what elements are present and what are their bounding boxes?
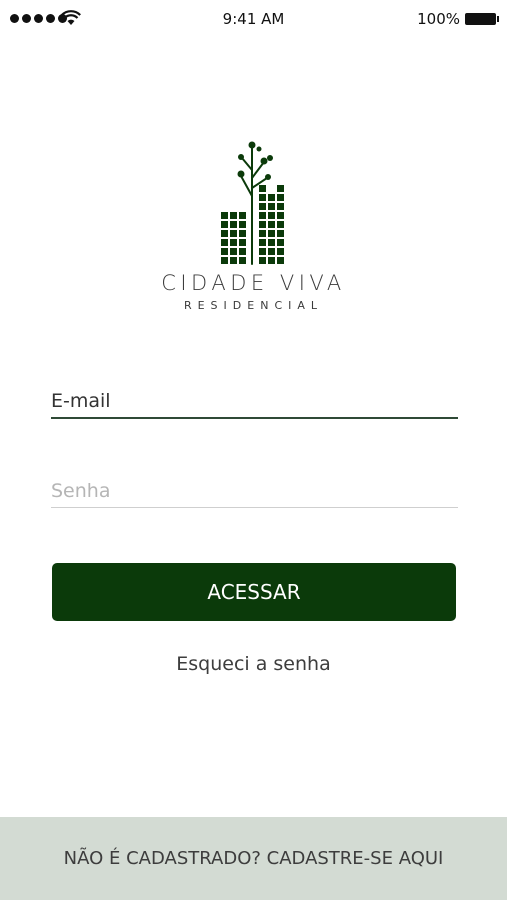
email-field[interactable]	[51, 390, 458, 417]
forgot-password-link[interactable]: Esqueci a senha	[0, 653, 507, 675]
brand-name: CIDADE VIVA	[161, 271, 346, 295]
password-field[interactable]	[51, 480, 458, 507]
signup-footer[interactable]: NÃO É CADASTRADO? CADASTRE-SE AQUI	[0, 817, 507, 900]
battery-percentage: 100%	[417, 10, 460, 28]
signup-link[interactable]: NÃO É CADASTRADO? CADASTRE-SE AQUI	[64, 848, 444, 869]
battery-icon	[465, 13, 499, 25]
password-field-container	[51, 480, 458, 508]
login-button[interactable]: ACESSAR	[52, 563, 456, 621]
brand-subtitle: RESIDENCIAL	[183, 299, 324, 312]
email-field-container	[51, 390, 458, 419]
status-bar: 9:41 AM 100%	[0, 0, 507, 38]
city-tree-logo-icon	[221, 141, 284, 265]
